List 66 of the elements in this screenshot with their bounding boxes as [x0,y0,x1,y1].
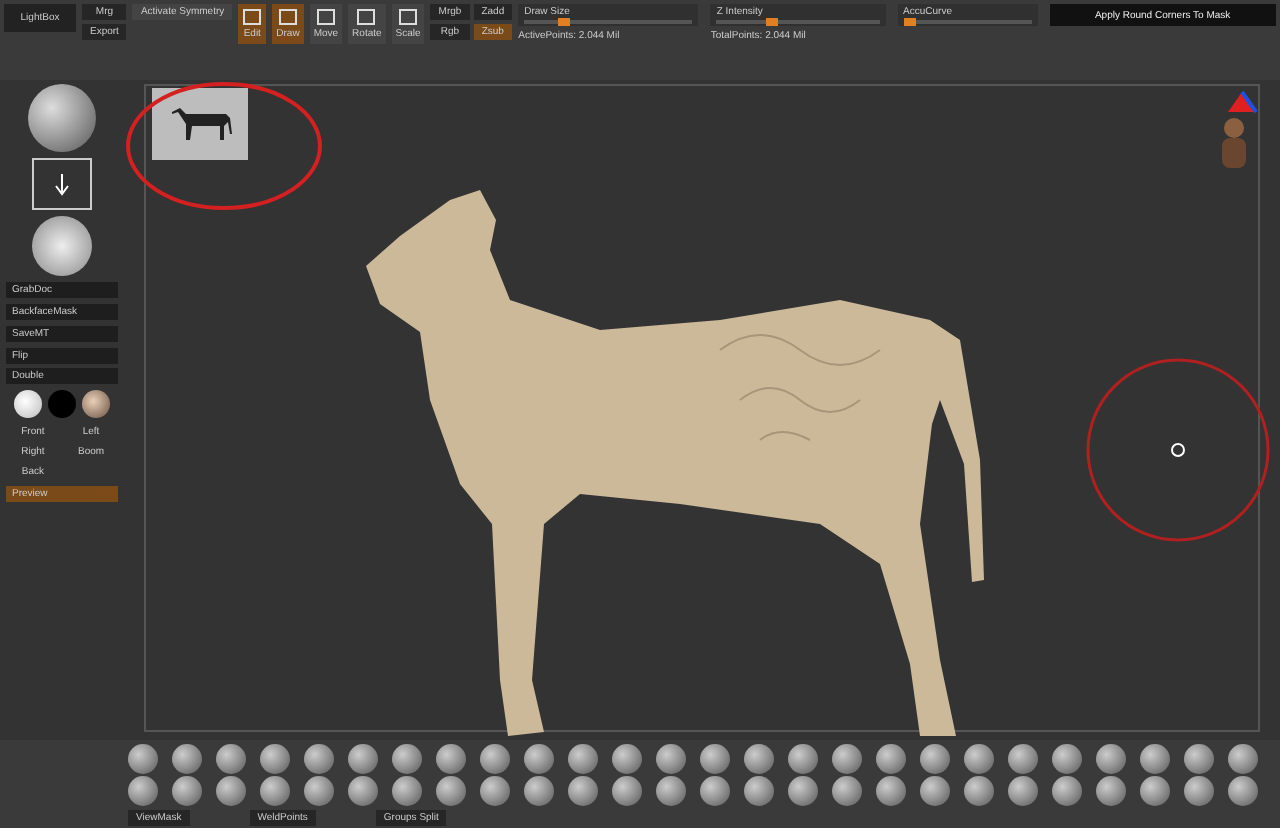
brush-sphere-icon[interactable] [744,744,774,774]
brush-sphere-icon[interactable] [436,776,466,806]
brush-sphere-icon[interactable] [1008,776,1038,806]
transform-icon [242,8,263,26]
brush-sphere-icon[interactable] [1096,776,1126,806]
viewport-canvas[interactable] [124,80,1280,740]
brush-sphere-icon[interactable] [656,776,686,806]
alpha-texture-icon[interactable] [32,216,92,276]
brush-sphere-icon[interactable] [744,776,774,806]
brush-sphere-icon[interactable] [1096,744,1126,774]
brush-sphere-icon[interactable] [1228,744,1258,774]
brush-sphere-icon[interactable] [920,776,950,806]
brush-sphere-icon[interactable] [700,744,730,774]
brush-sphere-icon[interactable] [1140,744,1170,774]
brush-sphere-icon[interactable] [216,776,246,806]
axis-gizmo-icon[interactable] [1224,88,1260,116]
brush-sphere-icon[interactable] [480,744,510,774]
transform-icon [398,8,419,26]
material-sphere-icon[interactable] [14,390,42,418]
transform-icon [356,8,377,26]
figure-icon [1216,116,1252,172]
brush-sphere-icon[interactable] [568,744,598,774]
brush-sphere-icon[interactable] [1052,776,1082,806]
brush-sphere-icon[interactable] [1008,744,1038,774]
brush-sphere-icon[interactable] [436,744,466,774]
brush-sphere-icon[interactable] [832,744,862,774]
brush-sphere-icon[interactable] [524,744,554,774]
brush-sphere-icon[interactable] [832,776,862,806]
brush-sphere-icon[interactable] [304,744,334,774]
brush-sphere-icon[interactable] [876,744,906,774]
brush-sphere-icon[interactable] [876,776,906,806]
brush-sphere-icon[interactable] [172,776,202,806]
brush-sphere-icon[interactable] [788,776,818,806]
brush-sphere-icon[interactable] [1184,776,1214,806]
transform-icon [277,8,298,26]
brush-sphere-icon[interactable] [348,776,378,806]
brush-sphere-icon[interactable] [1184,744,1214,774]
brush-sphere-icon[interactable] [964,744,994,774]
brush-sphere-icon[interactable] [216,744,246,774]
brush-sphere-icon[interactable] [788,744,818,774]
brush-sphere-icon[interactable] [260,776,290,806]
brush-sphere-icon[interactable] [920,744,950,774]
brush-sphere-icon[interactable] [964,776,994,806]
brush-sphere-icon[interactable] [348,744,378,774]
brush-sphere-icon[interactable] [524,776,554,806]
brush-sphere-icon[interactable] [568,776,598,806]
brush-sphere-icon[interactable] [392,744,422,774]
brush-sphere-icon[interactable] [700,776,730,806]
material-sphere-icon[interactable] [82,390,110,418]
brush-sphere-icon[interactable] [128,776,158,806]
brush-sphere-icon[interactable] [1140,776,1170,806]
brush-sphere-icon[interactable] [1228,776,1258,806]
brush-sphere-icon[interactable] [304,776,334,806]
brush-sphere-icon[interactable] [656,744,686,774]
transform-icon [315,8,336,26]
brush-sphere-icon[interactable] [480,776,510,806]
brush-sphere-icon[interactable] [172,744,202,774]
brush-sphere-icon[interactable] [1052,744,1082,774]
brush-sphere-icon[interactable] [392,776,422,806]
brush-sphere-icon[interactable] [612,744,642,774]
brush-sphere-icon[interactable] [128,744,158,774]
brush-sphere-icon[interactable] [28,84,96,152]
reference-image-thumbnail [152,88,248,160]
stroke-icon[interactable] [32,158,92,210]
brush-sphere-icon[interactable] [260,744,290,774]
brush-sphere-icon[interactable] [612,776,642,806]
